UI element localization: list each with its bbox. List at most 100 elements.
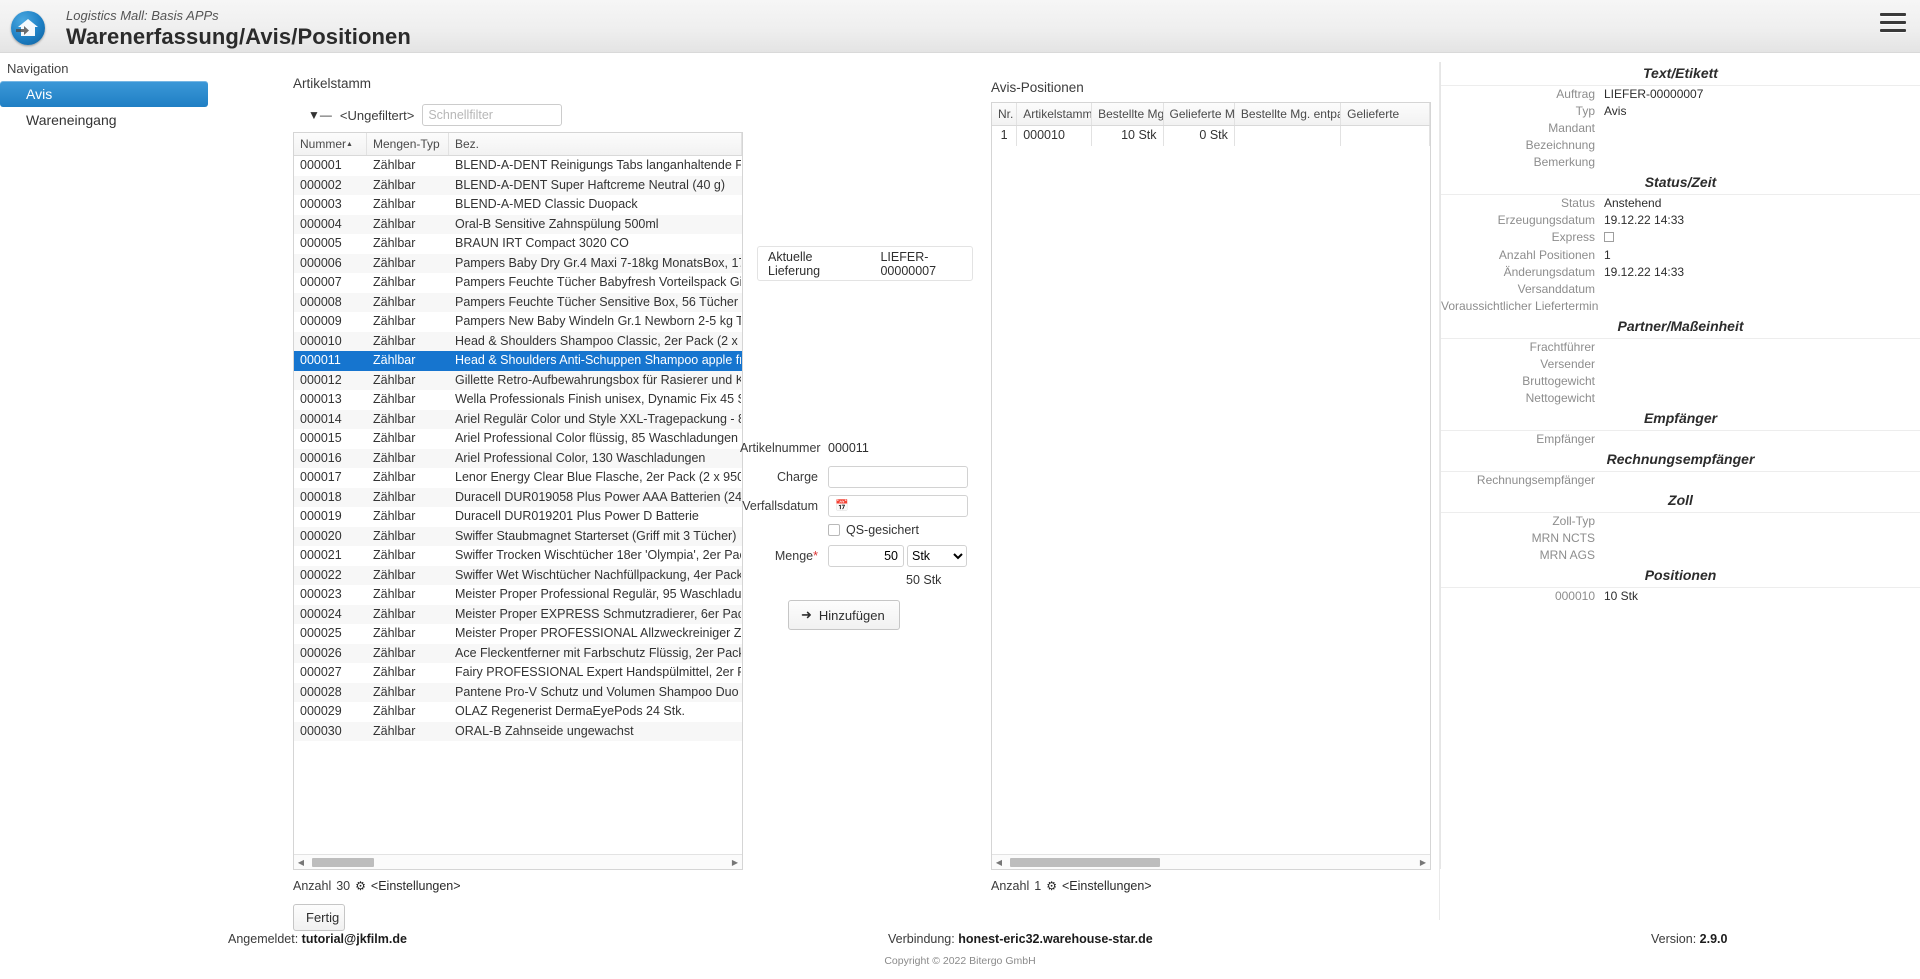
hinzufuegen-button[interactable]: ➜ Hinzufügen	[788, 600, 900, 630]
table-row[interactable]: 000030 Zählbar ORAL-B Zahnseide ungewachst	[294, 721, 742, 741]
table-row[interactable]: 000013 Zählbar Wella Professionals Finish …	[294, 390, 742, 410]
column-header-nr[interactable]: Nr.	[992, 103, 1018, 125]
qs-gesichert-row[interactable]: QS-gesichert	[828, 523, 990, 537]
table-row[interactable]: 000028 Zählbar Pantene Pro-V Schutz und Vo…	[294, 682, 742, 702]
express-checkbox[interactable]	[1604, 232, 1614, 242]
cell-mengen-typ: Zählbar	[373, 626, 416, 640]
scroll-right-icon[interactable]: ▶	[1416, 858, 1430, 867]
artikelstamm-table[interactable]: Nummer▲ Mengen-Typ Bez. 000001 Zählbar BLE…	[293, 132, 743, 870]
table-row[interactable]: 000012 Zählbar Gillette Retro-Aufbewahrung…	[294, 370, 742, 390]
column-header-mengen-typ[interactable]: Mengen-Typ	[367, 133, 449, 155]
column-header-gelieferte-entpackt[interactable]: Gelieferte	[1341, 103, 1430, 125]
cell-mengen-typ: Zählbar	[373, 450, 416, 465]
artikelstamm-filter-bar: ▼— <Ungefiltert>	[308, 104, 563, 126]
table-row[interactable]: 000018 Zählbar Duracell DUR019058 Plus Pow…	[294, 487, 742, 507]
hamburger-menu-icon[interactable]	[1880, 13, 1906, 35]
table-row[interactable]: 000021 Zählbar Swiffer Trocken Wischtücher…	[294, 546, 742, 566]
scroll-thumb[interactable]	[312, 857, 374, 867]
table-row[interactable]: 000007 Zählbar Pampers Feuchte Tücher Baby…	[294, 273, 742, 293]
avis-positionen-table[interactable]: Nr. Artikelstamm Bestellte Mg. Geliefert…	[991, 102, 1431, 870]
scroll-thumb[interactable]	[1010, 857, 1160, 867]
cell-bez: Ariel Regulär Color und Style XXL-Tragep…	[455, 411, 742, 426]
table-row[interactable]: 1 000010 10 Stk 0 Stk	[992, 126, 1430, 146]
verfallsdatum-input[interactable]	[828, 494, 968, 517]
table-row[interactable]: 000009 Zählbar Pampers New Baby Windeln Gr…	[294, 312, 742, 332]
qs-gesichert-checkbox[interactable]	[828, 524, 840, 536]
scroll-right-icon[interactable]: ▶	[728, 858, 742, 867]
table-row[interactable]: 000025 Zählbar Meister Proper PROFESSIONAL…	[294, 624, 742, 644]
column-header-nummer[interactable]: Nummer▲	[294, 133, 367, 155]
settings-link[interactable]: <Einstellungen>	[1062, 879, 1152, 893]
settings-link[interactable]: <Einstellungen>	[371, 879, 461, 893]
table-row[interactable]: 000029 Zählbar OLAZ Regenerist DermaEyePod…	[294, 702, 742, 722]
table-row[interactable]: 000003 Zählbar BLEND-A-MED Classic Duopack	[294, 195, 742, 215]
menge-label-text: Menge	[774, 548, 814, 563]
cell-nr: 1	[992, 126, 1018, 146]
column-header-bestellte-mg[interactable]: Bestellte Mg.	[1092, 103, 1164, 125]
detail-field-row: Änderungsdatum 19.12.22 14:33	[1441, 264, 1920, 281]
scroll-left-icon[interactable]: ◀	[294, 858, 308, 867]
table-row[interactable]: 000006 Zählbar Pampers Baby Dry Gr.4 Maxi …	[294, 253, 742, 273]
sidebar-item-wareneingang[interactable]: Wareneingang	[0, 107, 226, 133]
gear-icon[interactable]: ⚙	[1046, 879, 1057, 893]
table-row[interactable]: 000004 Zählbar Oral-B Sensitive Zahnspülun…	[294, 214, 742, 234]
unit-select[interactable]: Stk	[907, 544, 967, 567]
table-row[interactable]: 000010 Zählbar Head & Shoulders Shampoo Cl…	[294, 331, 742, 351]
sidebar-item-avis[interactable]: Avis	[0, 81, 208, 107]
avis-positionen-hscrollbar[interactable]: ◀ ▶	[992, 854, 1430, 869]
table-row[interactable]: 000016 Zählbar Ariel Professional Color, 1…	[294, 448, 742, 468]
cell-bez: Pampers Baby Dry Gr.4 Maxi 7-18kg Monats…	[455, 255, 742, 270]
filter-icon[interactable]: ▼—	[308, 108, 332, 122]
connection-value: honest-eric32.warehouse-star.de	[958, 932, 1153, 946]
cell-nummer: 000029	[300, 704, 342, 718]
quickfilter-input[interactable]	[422, 104, 563, 126]
column-header-gelieferte-mg[interactable]: Gelieferte Mg.	[1164, 103, 1235, 125]
version-info: Version: 2.9.0	[1651, 932, 1727, 946]
table-row[interactable]: 000027 Zählbar Fairy PROFESSIONAL Expert H…	[294, 663, 742, 683]
logged-in-value: tutorial@jkfilm.de	[301, 932, 407, 946]
cell-bez: Ariel Professional Color flüssig, 85 Was…	[455, 431, 739, 445]
cell-nummer: 000030	[300, 723, 342, 738]
detail-field-label: Bemerkung	[1533, 155, 1595, 169]
fertig-button[interactable]: Fertig	[293, 904, 345, 931]
column-header-artikelstamm[interactable]: Artikelstamm	[1017, 103, 1093, 125]
scroll-track[interactable]	[1006, 857, 1416, 868]
artikelstamm-hscrollbar[interactable]: ◀ ▶	[294, 854, 742, 869]
table-row[interactable]: 000023 Zählbar Meister Proper Professional…	[294, 585, 742, 605]
column-header-bez[interactable]: Bez.	[449, 133, 742, 155]
cell-nummer: 000005	[300, 236, 342, 250]
version-label: Version:	[1651, 932, 1697, 946]
scroll-track[interactable]	[308, 857, 728, 868]
table-row[interactable]: 000019 Zählbar Duracell DUR019201 Plus Pow…	[294, 507, 742, 527]
table-row[interactable]: 000005 Zählbar BRAUN IRT Compact 3020 CO	[294, 234, 742, 254]
table-row[interactable]: 000020 Zählbar Swiffer Staubmagnet Starter…	[294, 526, 742, 546]
table-row[interactable]: 000001 Zählbar BLEND-A-DENT Reinigungs Tab…	[294, 156, 742, 176]
table-row[interactable]: 000022 Zählbar Swiffer Wet Wischtücher Nac…	[294, 565, 742, 585]
detail-field-row: Bruttogewicht	[1441, 373, 1920, 390]
cell-bez: Fairy PROFESSIONAL Expert Handspülmittel…	[455, 665, 742, 679]
cell-mengen-typ: Zählbar	[373, 314, 416, 328]
filter-state-label[interactable]: <Ungefiltert>	[340, 108, 414, 123]
detail-field-label: Erzeugungsdatum	[1497, 213, 1595, 227]
table-row[interactable]: 000026 Zählbar Ace Fleckentferner mit Farb…	[294, 643, 742, 663]
cell-mengen-typ: Zählbar	[373, 431, 416, 445]
table-row[interactable]: 000002 Zählbar BLEND-A-DENT Super Haftcrem…	[294, 175, 742, 195]
column-header-bestellte-mg-entpackt[interactable]: Bestellte Mg. entpackt	[1235, 103, 1342, 125]
table-row[interactable]: 000014 Zählbar Ariel Regulär Color und Sty…	[294, 409, 742, 429]
table-row[interactable]: 000011 Zählbar Head & Shoulders Anti-Schup…	[294, 351, 742, 371]
aktuelle-lieferung-box: Aktuelle Lieferung LIEFER-00000007	[757, 246, 973, 281]
table-row[interactable]: 000015 Zählbar Ariel Professional Color fl…	[294, 429, 742, 449]
menge-input[interactable]	[828, 544, 904, 567]
table-row[interactable]: 000008 Zählbar Pampers Feuchte Tücher Sens…	[294, 292, 742, 312]
app-subtitle: Logistics Mall: Basis APPs	[66, 8, 219, 23]
artikelstamm-rows: 000001 Zählbar BLEND-A-DENT Reinigungs Tab…	[294, 156, 742, 741]
cell-mengen-typ: Zählbar	[373, 606, 416, 621]
table-row[interactable]: 000017 Zählbar Lenor Energy Clear Blue Fla…	[294, 468, 742, 488]
table-row[interactable]: 000024 Zählbar Meister Proper EXPRESS Schm…	[294, 604, 742, 624]
scroll-left-icon[interactable]: ◀	[992, 858, 1006, 867]
gear-icon[interactable]: ⚙	[355, 879, 366, 893]
detail-field-row: Mandant	[1441, 120, 1920, 137]
charge-input[interactable]	[828, 465, 968, 488]
detail-field-row: 000010 10 Stk	[1441, 588, 1920, 605]
detail-field-row: Erzeugungsdatum 19.12.22 14:33	[1441, 212, 1920, 229]
